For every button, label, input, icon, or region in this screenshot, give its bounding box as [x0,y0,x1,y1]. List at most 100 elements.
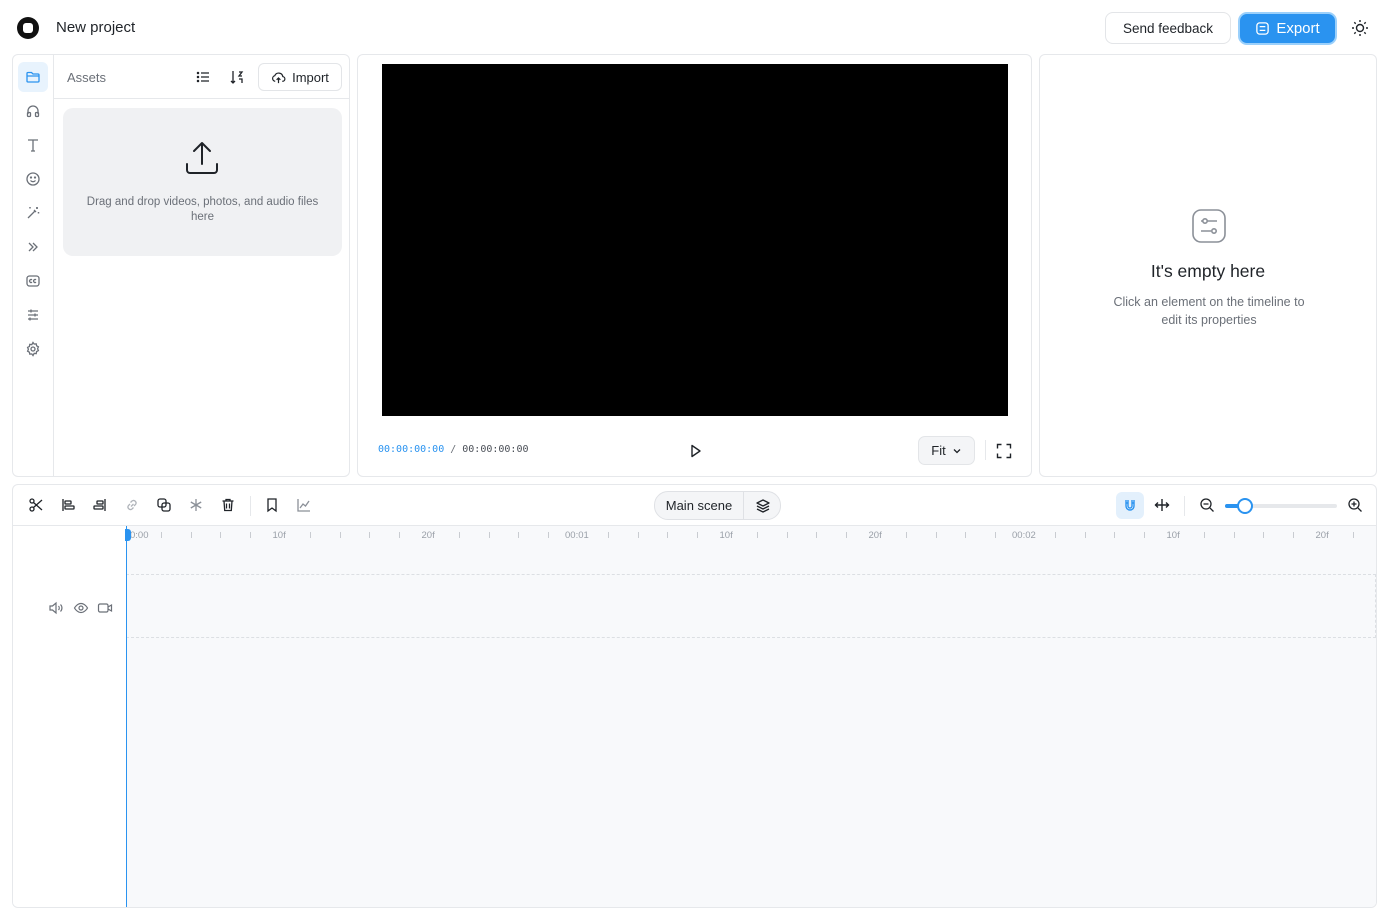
sort-icon[interactable] [227,67,247,87]
scene-label[interactable]: Main scene [655,492,744,519]
asset-dropzone[interactable]: Drag and drop videos, photos, and audio … [63,108,342,256]
duration-time: 00:00:00:00 [462,444,529,455]
ruler-tick [160,532,162,538]
sidebar-item-adjust[interactable] [18,300,48,330]
bookmark-icon[interactable] [263,496,281,514]
video-preview[interactable] [382,64,1008,416]
ruler-label: 00:01 [565,530,589,541]
divider [985,440,986,460]
send-feedback-button[interactable]: Send feedback [1105,12,1231,44]
ruler-tick [250,532,252,538]
assets-title: Assets [67,70,107,85]
sidebar-item-text[interactable] [18,130,48,160]
trim-end-icon[interactable] [91,496,109,514]
playhead-handle[interactable] [125,529,131,541]
time-ruler[interactable]: 0:00 10f 20f 00:01 10f 20f 00:02 10f 20f [126,526,1376,543]
ruler-label: 10f [719,530,733,541]
text-icon [28,139,38,152]
ruler-label: 20f [1315,530,1329,541]
current-time: 00:00:00:00 [378,444,445,455]
empty-title: It's empty here [1150,261,1266,281]
ruler-label: 10f [1166,530,1180,541]
ruler-tick [786,532,788,538]
scene-selector[interactable]: Main scene [654,491,781,520]
export-button[interactable]: Export [1238,12,1337,45]
link-icon[interactable] [123,496,141,514]
track-headers [13,526,126,907]
ruler-tick [518,532,520,538]
magnet-icon [1125,499,1135,511]
sidebar-item-captions[interactable] [18,266,48,296]
ruler-tick [1054,532,1056,538]
sun-icon[interactable] [1350,18,1370,38]
project-title[interactable]: New project [56,19,135,36]
chevron-down-icon [953,448,961,453]
playhead[interactable] [125,526,131,907]
keyframe-graph-icon[interactable] [295,496,313,514]
player-panel: 00:00:00:00 / 00:00:00:00 Fit [357,54,1032,477]
transitions-icon [28,242,38,252]
duplicate-icon[interactable] [155,496,173,514]
ruler-tick [339,532,341,538]
empty-subtitle: Click an element on the timeline to edit… [1113,295,1305,327]
ruler-tick [488,532,490,538]
timeline-area[interactable]: 0:00 10f 20f 00:01 10f 20f 00:02 10f 20f [125,526,1376,907]
ruler-label: 00:02 [1012,530,1036,541]
dropzone-text: Drag and drop videos, photos, and audio … [86,196,319,223]
timeline-panel: Main scene 0:00 10f 20f 00:01 10f 20f 00… [12,484,1377,908]
divider [1184,496,1185,516]
timecode: 00:00:00:00 / 00:00:00:00 [378,444,529,455]
eye-icon[interactable] [73,600,89,616]
video-track-icon[interactable] [97,600,113,616]
export-label: Export [1276,20,1320,37]
zoom-slider-thumb[interactable] [1237,498,1254,514]
ruler-tick [548,532,550,538]
ruler-tick [1293,532,1295,538]
fullscreen-icon[interactable] [995,442,1013,460]
ruler-tick [1084,532,1086,538]
app-logo-icon[interactable] [17,17,39,39]
fit-timeline-icon[interactable] [1153,496,1171,514]
volume-icon[interactable] [48,600,64,616]
trim-start-icon[interactable] [59,496,77,514]
sliders-icon [28,309,38,321]
ruler-tick [1263,532,1265,538]
import-button[interactable]: Import [258,63,342,91]
fit-dropdown[interactable]: Fit [918,436,975,465]
sidebar-item-stickers[interactable] [18,164,48,194]
zoom-out-icon[interactable] [1198,496,1216,514]
top-bar: New project Send feedback Export [0,0,1389,54]
time-separator: / [450,444,457,455]
layers-icon[interactable] [744,492,780,519]
divider [250,496,251,516]
magnet-snap-button[interactable] [1116,492,1144,519]
headphones-icon [26,105,40,118]
ruler-tick [1114,532,1116,538]
list-view-icon[interactable] [193,67,213,87]
folder-icon [26,71,40,83]
split-icon[interactable] [27,496,45,514]
sidebar-item-audio[interactable] [18,96,48,126]
trash-icon[interactable] [219,496,237,514]
sidebar-item-effects[interactable] [18,198,48,228]
properties-empty-icon [1191,208,1227,244]
ruler-tick [1233,532,1235,538]
export-icon [1255,21,1270,36]
sidebar-item-assets[interactable] [18,62,48,92]
ruler-tick [220,532,222,538]
freeze-icon[interactable] [187,496,205,514]
ruler-label: 20f [421,530,435,541]
ruler-tick [309,532,311,538]
zoom-in-icon[interactable] [1346,496,1364,514]
sidebar-item-settings[interactable] [18,334,48,364]
assets-panel: Assets Import Drag and drop videos, phot… [12,54,350,477]
gear-icon [26,341,40,357]
ruler-tick [369,532,371,538]
video-track-row[interactable] [126,574,1376,638]
ruler-tick [756,532,758,538]
sidebar-item-transitions[interactable] [18,232,48,262]
play-icon[interactable] [686,442,704,460]
ruler-tick [846,532,848,538]
upload-icon [184,140,220,176]
ruler-label: 20f [868,530,882,541]
